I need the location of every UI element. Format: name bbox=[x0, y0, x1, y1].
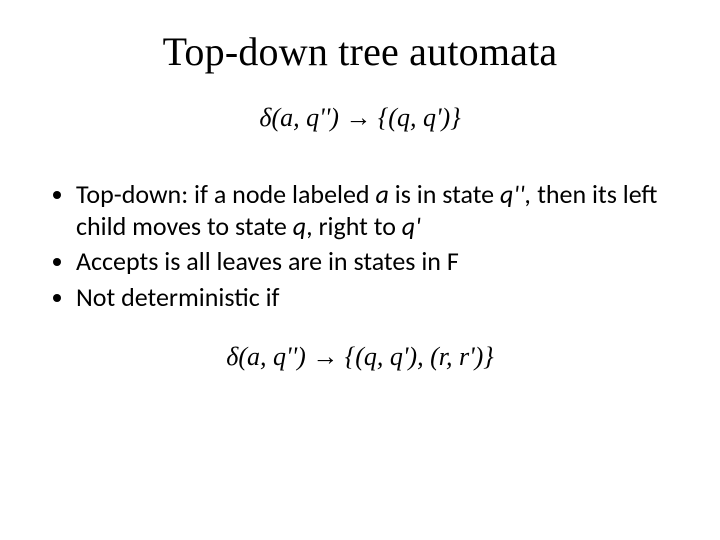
bullet-1: Top-down: if a node labeled a is in stat… bbox=[76, 179, 680, 242]
bullet-3: Not deterministic if bbox=[76, 282, 680, 314]
var-q: q bbox=[293, 210, 306, 242]
formula-1: δ(a, q'') → {(q, q')} bbox=[40, 103, 680, 133]
var-a: a bbox=[375, 178, 388, 210]
var-q2: q'', bbox=[500, 178, 537, 210]
bullet-list: Top-down: if a node labeled a is in stat… bbox=[50, 179, 680, 314]
bullet-2: Accepts is all leaves are in states in F bbox=[76, 246, 680, 278]
page-title: Top-down tree automata bbox=[40, 28, 680, 75]
formula-2: δ(a, q'') → {(q, q'), (r, r')} bbox=[40, 342, 680, 372]
text: is in state bbox=[389, 178, 500, 210]
var-qp: q' bbox=[402, 210, 421, 242]
text: Top-down: if a node labeled bbox=[76, 178, 375, 210]
slide: Top-down tree automata δ(a, q'') → {(q, … bbox=[0, 0, 720, 540]
text: , right to bbox=[306, 210, 402, 242]
